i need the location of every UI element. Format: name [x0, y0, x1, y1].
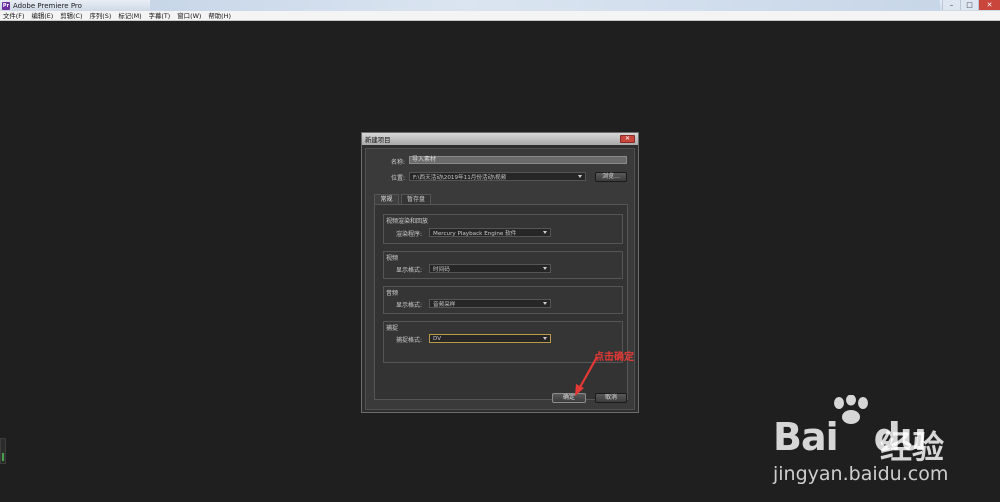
renderer-dropdown[interactable]: Mercury Playback Engine 软件 [429, 228, 551, 237]
chevron-down-icon [578, 175, 582, 178]
tab-general[interactable]: 常规 [374, 194, 399, 204]
renderer-label: 渲染程序: [396, 231, 423, 238]
app-title: Adobe Premiere Pro [13, 1, 82, 10]
audio-display-format-dropdown[interactable]: 音频采样 [429, 299, 551, 308]
location-value: F:\西天活动\2019年11月份活动\视频 [413, 174, 507, 181]
tab-scratch-disks[interactable]: 暂存盘 [401, 194, 431, 204]
location-dropdown[interactable]: F:\西天活动\2019年11月份活动\视频 [409, 172, 586, 181]
menu-marker[interactable]: 标记(M) [118, 11, 141, 20]
chevron-down-icon [543, 337, 547, 340]
capture-group-title: 捕捉 [386, 325, 399, 332]
premiere-app-icon: Pr [2, 1, 10, 10]
menu-clip[interactable]: 剪辑(C) [60, 11, 82, 20]
location-label: 位置: [391, 175, 406, 182]
annotation-arrow-icon [575, 356, 598, 396]
menu-file[interactable]: 文件(F) [3, 11, 24, 20]
menu-window[interactable]: 窗口(W) [177, 11, 201, 20]
annotation-text: 点击确定 [594, 352, 634, 363]
video-display-format-label: 显示格式: [396, 267, 423, 274]
capture-format-dropdown[interactable]: DV [429, 334, 551, 343]
renderer-value: Mercury Playback Engine 软件 [433, 230, 517, 237]
project-name-value: 导入素材 [412, 156, 437, 163]
maximize-button[interactable]: □ [960, 0, 978, 10]
menu-bar: 文件(F) 编辑(E) 剪辑(C) 序列(S) 标记(M) 字幕(T) 窗口(W… [0, 11, 1000, 21]
name-label: 名称: [391, 159, 406, 166]
watermark-url: jingyan.baidu.com [773, 463, 949, 485]
chevron-down-icon [543, 231, 547, 234]
capture-format-label: 捕捉格式: [396, 337, 423, 344]
capture-format-value: DV [433, 335, 442, 342]
close-window-button[interactable]: ✕ [978, 0, 1000, 10]
video-display-format-value: 时间码 [433, 266, 450, 273]
video-group-title: 视频 [386, 255, 399, 262]
video-group: 视频 显示格式: 时间码 [383, 251, 623, 279]
dialog-title: 新建项目 [365, 135, 391, 144]
menu-help[interactable]: 帮助(H) [208, 11, 231, 20]
menu-edit[interactable]: 编辑(E) [31, 11, 53, 20]
baidu-jingyan-watermark: Bai du 经验 jingyan.baidu.com [765, 395, 995, 500]
menu-sequence[interactable]: 序列(S) [90, 11, 112, 20]
audio-group-title: 音频 [386, 290, 399, 297]
chevron-down-icon [543, 267, 547, 270]
audio-display-format-value: 音频采样 [433, 301, 456, 308]
project-name-input[interactable]: 导入素材 [409, 156, 627, 164]
browse-button[interactable]: 浏览... [595, 172, 627, 182]
window-controls: – □ ✕ [942, 0, 1000, 11]
watermark-cn: 经验 [880, 428, 945, 466]
chevron-down-icon [543, 302, 547, 305]
video-display-format-dropdown[interactable]: 时间码 [429, 264, 551, 273]
audio-display-format-label: 显示格式: [396, 302, 423, 309]
menu-title[interactable]: 字幕(T) [149, 11, 171, 20]
dialog-close-button[interactable]: ✕ [620, 135, 635, 143]
render-group: 视频渲染和回放 渲染程序: Mercury Playback Engine 软件 [383, 214, 623, 244]
minimize-button[interactable]: – [942, 0, 960, 10]
taskbar-strip [150, 0, 940, 11]
watermark-brand-bai: Bai [773, 415, 839, 459]
side-panel-handle[interactable] [0, 438, 6, 464]
dialog-title-bar[interactable]: 新建项目 ✕ [362, 133, 638, 145]
render-group-title: 视频渲染和回放 [386, 218, 429, 225]
audio-group: 音频 显示格式: 音频采样 [383, 286, 623, 314]
